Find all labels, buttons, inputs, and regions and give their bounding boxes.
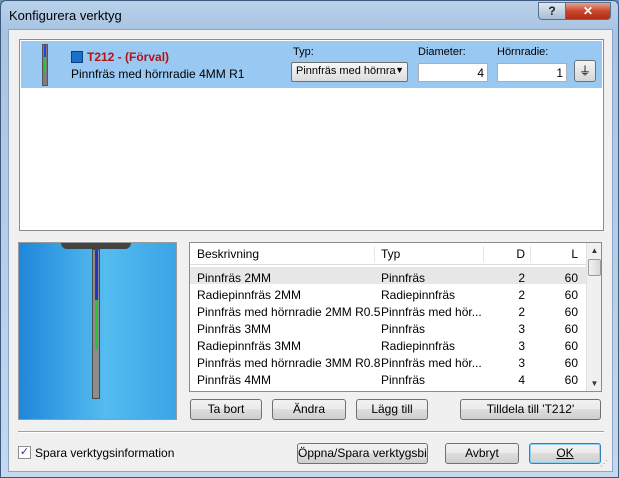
- column-header-description[interactable]: Beskrivning: [197, 247, 259, 261]
- cell-description: Pinnfräs med hörnradie 2MM R0.5: [197, 305, 381, 319]
- chevron-down-icon: ▼: [395, 65, 404, 75]
- tool-color-swatch: [71, 51, 83, 63]
- tool-preview: [18, 242, 177, 420]
- cell-type: Pinnfräs: [381, 322, 426, 336]
- tool-thumbnail-icon: [42, 44, 48, 86]
- corner-radius-label: Hörnradie:: [497, 46, 549, 58]
- table-row[interactable]: Radiepinnfräs 2MM Radiepinnfräs 2 60: [190, 284, 586, 302]
- table-row[interactable]: Pinnfräs 2MM Pinnfräs 2 60: [190, 267, 586, 285]
- cell-d: 3: [518, 339, 525, 353]
- table-row[interactable]: Pinnfräs 3MM Pinnfräs 3 60: [190, 318, 586, 336]
- cell-l: 60: [564, 322, 578, 336]
- assign-button[interactable]: Tilldela till 'T212': [460, 399, 601, 420]
- table-row[interactable]: Pinnfräs med hörnradie 3MM R0.8 Pinnfräs …: [190, 352, 586, 370]
- cell-description: Radiepinnfräs 3MM: [197, 339, 302, 353]
- list-scrollbar[interactable]: ▲ ▼: [586, 243, 601, 391]
- cancel-button[interactable]: Avbryt: [445, 443, 519, 464]
- cell-type: Pinnfräs: [381, 271, 426, 285]
- dialog-client: T212 - (Förval) Pinnfräs med hörnradie 4…: [8, 29, 613, 472]
- help-button[interactable]: ?: [538, 2, 566, 20]
- current-tool-panel: T212 - (Förval) Pinnfräs med hörnradie 4…: [19, 39, 604, 231]
- tool-shank: [92, 249, 100, 399]
- current-tool-row[interactable]: T212 - (Förval) Pinnfräs med hörnradie 4…: [21, 41, 602, 88]
- cell-type: Radiepinnfräs: [381, 339, 456, 353]
- tool-library-list: Beskrivning Typ D L Pinnfräs 2MM Pinnfräs…: [189, 242, 602, 392]
- column-header-d[interactable]: D: [490, 247, 525, 261]
- table-row[interactable]: Pinnfräs 4MM Pinnfräs 4 60: [190, 369, 586, 387]
- table-row[interactable]: Pinnfräs med hörnradie 2MM R0.5 Pinnfräs …: [190, 301, 586, 319]
- tool-icon: ⏚: [578, 64, 591, 78]
- cell-l: 60: [564, 373, 578, 387]
- type-combo-value: Pinnfräs med hörnra: [296, 65, 396, 77]
- scroll-up-icon[interactable]: ▲: [587, 243, 601, 258]
- cell-l: 60: [564, 288, 578, 302]
- tool-name: T212 - (Förval): [87, 50, 170, 64]
- save-info-label: Spara verktygsinformation: [35, 446, 175, 460]
- remove-button[interactable]: Ta bort: [190, 399, 262, 420]
- title-bar: Konfigurera verktyg ? ✕: [1, 1, 618, 29]
- cell-l: 60: [564, 305, 578, 319]
- cell-d: 2: [518, 305, 525, 319]
- open-save-library-button[interactable]: Öppna/Spara verktygsbibl: [297, 443, 428, 464]
- window-title: Konfigurera verktyg: [9, 8, 122, 23]
- cell-d: 3: [518, 322, 525, 336]
- cell-l: 60: [564, 271, 578, 285]
- cell-l: 60: [564, 339, 578, 353]
- diameter-input[interactable]: 4: [418, 63, 488, 82]
- cell-d: 2: [518, 288, 525, 302]
- table-row[interactable]: Radiepinnfräs 3MM Radiepinnfräs 3 60: [190, 335, 586, 353]
- checkmark-icon: ✓: [19, 446, 30, 458]
- cell-description: Pinnfräs 3MM: [197, 322, 272, 336]
- tool-settings-button[interactable]: ⏚: [574, 60, 596, 82]
- ok-button[interactable]: OK: [529, 443, 601, 464]
- cell-description: Pinnfräs 4MM: [197, 373, 272, 387]
- type-combo[interactable]: Pinnfräs med hörnra ▼: [291, 62, 408, 82]
- cell-d: 4: [518, 373, 525, 387]
- cell-description: Pinnfräs 2MM: [197, 271, 272, 285]
- resize-grip-icon[interactable]: ⋰: [600, 459, 610, 469]
- list-header: Beskrivning Typ D L: [190, 243, 586, 265]
- add-button[interactable]: Lägg till: [356, 399, 428, 420]
- type-label: Typ:: [293, 46, 314, 58]
- column-header-l[interactable]: L: [535, 247, 578, 261]
- cell-description: Pinnfräs med hörnradie 3MM R0.8: [197, 356, 381, 370]
- divider: [18, 431, 604, 433]
- scroll-thumb[interactable]: [588, 259, 601, 276]
- cell-type: Pinnfräs: [381, 373, 426, 387]
- save-info-checkbox[interactable]: ✓: [18, 446, 31, 459]
- cell-type: Pinnfräs med hör...: [381, 356, 482, 370]
- cell-description: Radiepinnfräs 2MM: [197, 288, 302, 302]
- close-button[interactable]: ✕: [565, 2, 611, 20]
- scroll-down-icon[interactable]: ▼: [587, 376, 601, 391]
- column-header-type[interactable]: Typ: [381, 247, 400, 261]
- cell-d: 3: [518, 356, 525, 370]
- dialog-window: Konfigurera verktyg ? ✕ T212 - (Förval) …: [0, 0, 619, 478]
- cell-type: Pinnfräs med hör...: [381, 305, 482, 319]
- corner-radius-input[interactable]: 1: [497, 63, 567, 82]
- cell-type: Radiepinnfräs: [381, 288, 456, 302]
- cell-l: 60: [564, 356, 578, 370]
- cell-d: 2: [518, 271, 525, 285]
- ok-button-label: OK: [556, 446, 574, 460]
- diameter-label: Diameter:: [418, 46, 466, 58]
- tool-description: Pinnfräs med hörnradie 4MM R1: [71, 67, 245, 81]
- change-button[interactable]: Ändra: [272, 399, 346, 420]
